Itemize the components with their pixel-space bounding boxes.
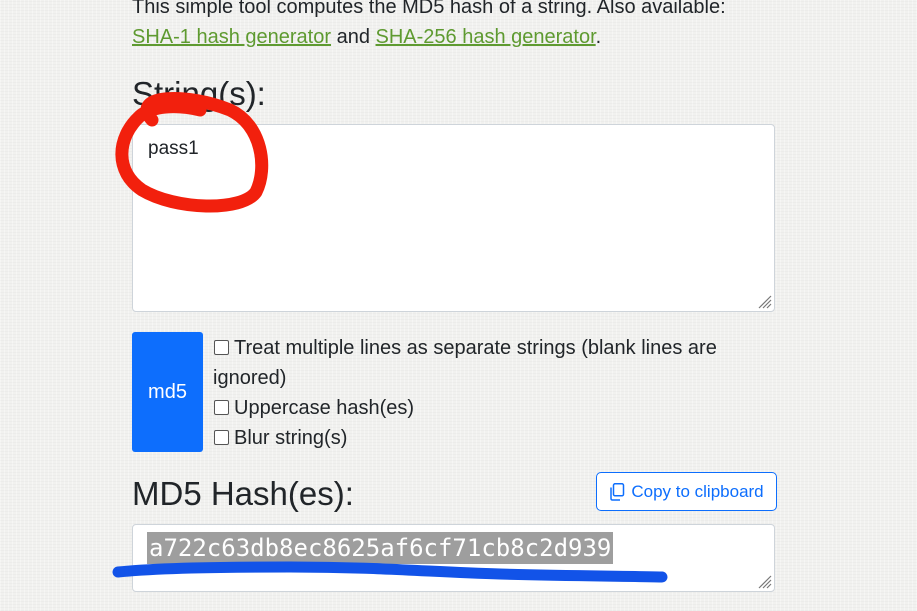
options-list: Treat multiple lines as separate strings… bbox=[213, 333, 773, 453]
intro-text: This simple tool computes the MD5 hash o… bbox=[132, 0, 832, 52]
intro-joiner: and bbox=[336, 26, 370, 48]
separate-lines-checkbox[interactable] bbox=[214, 340, 229, 355]
copy-button-label: Copy to clipboard bbox=[631, 481, 764, 501]
md5-button[interactable]: md5 bbox=[132, 332, 203, 452]
sha1-link[interactable]: SHA-1 hash generator bbox=[132, 26, 331, 48]
blur-checkbox[interactable] bbox=[214, 430, 229, 445]
intro-sentence: This simple tool computes the MD5 hash o… bbox=[132, 0, 726, 18]
blur-label: Blur string(s) bbox=[234, 427, 348, 449]
uppercase-checkbox[interactable] bbox=[214, 400, 229, 415]
sha256-link[interactable]: SHA-256 hash generator bbox=[376, 26, 596, 48]
copy-to-clipboard-button[interactable]: Copy to clipboard bbox=[596, 472, 777, 511]
copy-icon bbox=[610, 482, 625, 501]
hash-output-value: a722c63db8ec8625af6cf71cb8c2d939 bbox=[147, 532, 614, 564]
option-separate-lines[interactable]: Treat multiple lines as separate strings… bbox=[213, 333, 773, 393]
strings-heading: String(s): bbox=[132, 75, 266, 112]
hash-output[interactable]: a722c63db8ec8625af6cf71cb8c2d939 bbox=[132, 524, 775, 592]
string-input-value: pass1 bbox=[148, 138, 199, 159]
option-uppercase[interactable]: Uppercase hash(es) bbox=[213, 393, 773, 423]
separate-lines-label: Treat multiple lines as separate strings… bbox=[213, 337, 717, 389]
intro-end: . bbox=[595, 26, 602, 48]
uppercase-label: Uppercase hash(es) bbox=[234, 397, 415, 419]
resize-grip-icon[interactable] bbox=[756, 573, 772, 589]
string-input[interactable]: pass1 bbox=[132, 124, 775, 312]
option-blur[interactable]: Blur string(s) bbox=[213, 423, 773, 453]
hash-heading: MD5 Hash(es): bbox=[132, 475, 354, 512]
resize-grip-icon[interactable] bbox=[756, 293, 772, 309]
